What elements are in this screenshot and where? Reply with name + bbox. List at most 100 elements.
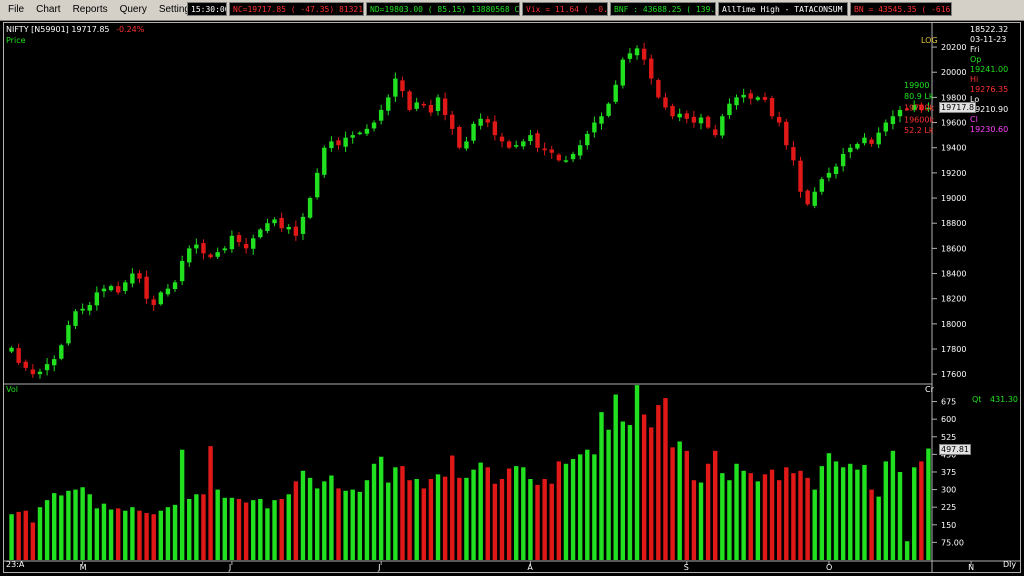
menu-item-file[interactable]: File bbox=[6, 3, 26, 16]
candle-body bbox=[236, 235, 242, 243]
candle-body bbox=[535, 133, 540, 148]
month-label: J bbox=[377, 563, 380, 572]
candle-body bbox=[720, 116, 725, 136]
volume-bar bbox=[691, 480, 697, 560]
chart-window[interactable]: 17600 17800 18000 18200 18400 18600 18800 19000… bbox=[3, 22, 1021, 573]
volume-bar bbox=[890, 450, 896, 560]
volume-bar bbox=[784, 467, 789, 560]
volume-bar bbox=[613, 394, 618, 560]
main-menu: File Chart Reports Query Settings bbox=[6, 3, 197, 16]
candle-body bbox=[243, 243, 249, 249]
volume-bar bbox=[492, 483, 498, 560]
volume-bar bbox=[364, 480, 370, 560]
ticker-box: Vix = 11.64 ( -0.01) bbox=[522, 2, 608, 16]
log-scale-toggle[interactable]: LOG bbox=[921, 36, 938, 45]
ohlc-value: Lo 19210.90 bbox=[970, 95, 1009, 114]
candle-body bbox=[627, 53, 633, 59]
candle-body bbox=[350, 135, 355, 138]
candle-body bbox=[819, 179, 825, 192]
candle-body bbox=[769, 98, 775, 117]
volume-bar bbox=[769, 469, 775, 560]
volume-bar bbox=[755, 481, 761, 560]
candle-body bbox=[59, 345, 64, 359]
candle-body bbox=[421, 103, 427, 106]
month-label: S bbox=[684, 563, 689, 572]
volume-bar bbox=[201, 494, 206, 560]
candle-body bbox=[179, 260, 185, 282]
candle-body bbox=[393, 78, 398, 97]
candle-body bbox=[258, 229, 263, 238]
candle-body bbox=[848, 147, 853, 153]
volume-bar bbox=[499, 479, 505, 560]
ticker-box: AllTime High - TATACONSUM bbox=[718, 2, 848, 16]
candle-body bbox=[713, 129, 718, 136]
candle-body bbox=[73, 311, 78, 326]
candle-body bbox=[151, 299, 156, 305]
last-price: 19717.85 bbox=[71, 25, 110, 34]
volume-bar bbox=[236, 498, 242, 560]
menu-item-reports[interactable]: Reports bbox=[71, 3, 110, 16]
candle-body bbox=[748, 93, 753, 99]
volume-bar bbox=[485, 467, 490, 560]
candle-body bbox=[87, 304, 92, 311]
volume-tick-label: 525 bbox=[941, 433, 956, 442]
candle-body bbox=[883, 122, 889, 132]
candle-body bbox=[677, 113, 682, 118]
candle-body bbox=[414, 102, 419, 109]
candle-body bbox=[450, 114, 455, 129]
menu-item-query[interactable]: Query bbox=[118, 3, 149, 16]
candle-body bbox=[251, 238, 256, 249]
candle-body bbox=[570, 154, 576, 160]
menu-bar: File Chart Reports Query Settings 15:30:00 NC… bbox=[0, 0, 1024, 21]
candle-body bbox=[187, 248, 192, 263]
month-label: A bbox=[527, 563, 533, 572]
volume-bar bbox=[37, 507, 43, 560]
candle-body bbox=[158, 292, 164, 305]
menu-item-chart[interactable]: Chart bbox=[34, 3, 62, 16]
candle-body bbox=[620, 59, 626, 86]
volume-bar bbox=[66, 490, 71, 560]
volume-bar bbox=[44, 500, 50, 560]
volume-tick-label: 150 bbox=[941, 521, 956, 530]
last-price-tag: 19717.8 bbox=[939, 102, 977, 113]
volume-bar bbox=[876, 496, 881, 560]
candle-body bbox=[272, 219, 277, 224]
volume-tick-label: 375 bbox=[941, 468, 956, 477]
volume-tick-label: 300 bbox=[941, 486, 956, 495]
candle-body bbox=[734, 97, 739, 106]
price-tick-label: 19400 bbox=[941, 144, 966, 153]
candle-body bbox=[528, 135, 533, 142]
candle-body bbox=[471, 123, 476, 141]
volume-bar bbox=[833, 461, 839, 560]
volume-bar bbox=[336, 488, 341, 560]
candle-body bbox=[108, 286, 114, 291]
candle-body bbox=[94, 292, 100, 306]
price-tick-label: 18800 bbox=[941, 219, 966, 228]
volume-bar bbox=[229, 497, 235, 560]
price-tick-label: 17800 bbox=[941, 345, 966, 354]
volume-bar bbox=[87, 494, 92, 560]
volume-bar bbox=[677, 441, 682, 560]
candle-body bbox=[329, 141, 334, 149]
volume-bar bbox=[350, 489, 355, 560]
candle-body bbox=[130, 273, 135, 284]
volume-bar bbox=[705, 463, 711, 560]
candle-body bbox=[293, 226, 299, 236]
volume-bar bbox=[322, 481, 327, 560]
candle-body bbox=[542, 148, 547, 151]
ticker-box: BNF : 43688.25 ( 139.45) bbox=[610, 2, 716, 16]
volume-bar bbox=[471, 469, 476, 560]
candle-body bbox=[741, 94, 746, 98]
candle-body bbox=[513, 145, 519, 147]
candle-body bbox=[386, 97, 391, 111]
price-tick-label: 18000 bbox=[941, 320, 966, 329]
price-pane-label: Price bbox=[6, 36, 26, 45]
candle-body bbox=[357, 132, 363, 135]
price-tick-label: 20200 bbox=[941, 43, 966, 52]
volume-bar bbox=[528, 479, 533, 560]
volume-bar bbox=[805, 477, 810, 560]
timeframe-label[interactable]: Dly bbox=[1003, 560, 1016, 569]
candle-body bbox=[805, 190, 810, 205]
volume-bar bbox=[407, 480, 412, 560]
price-volume-chart[interactable]: 17600 17800 18000 18200 18400 18600 18800 19000… bbox=[4, 23, 1020, 572]
